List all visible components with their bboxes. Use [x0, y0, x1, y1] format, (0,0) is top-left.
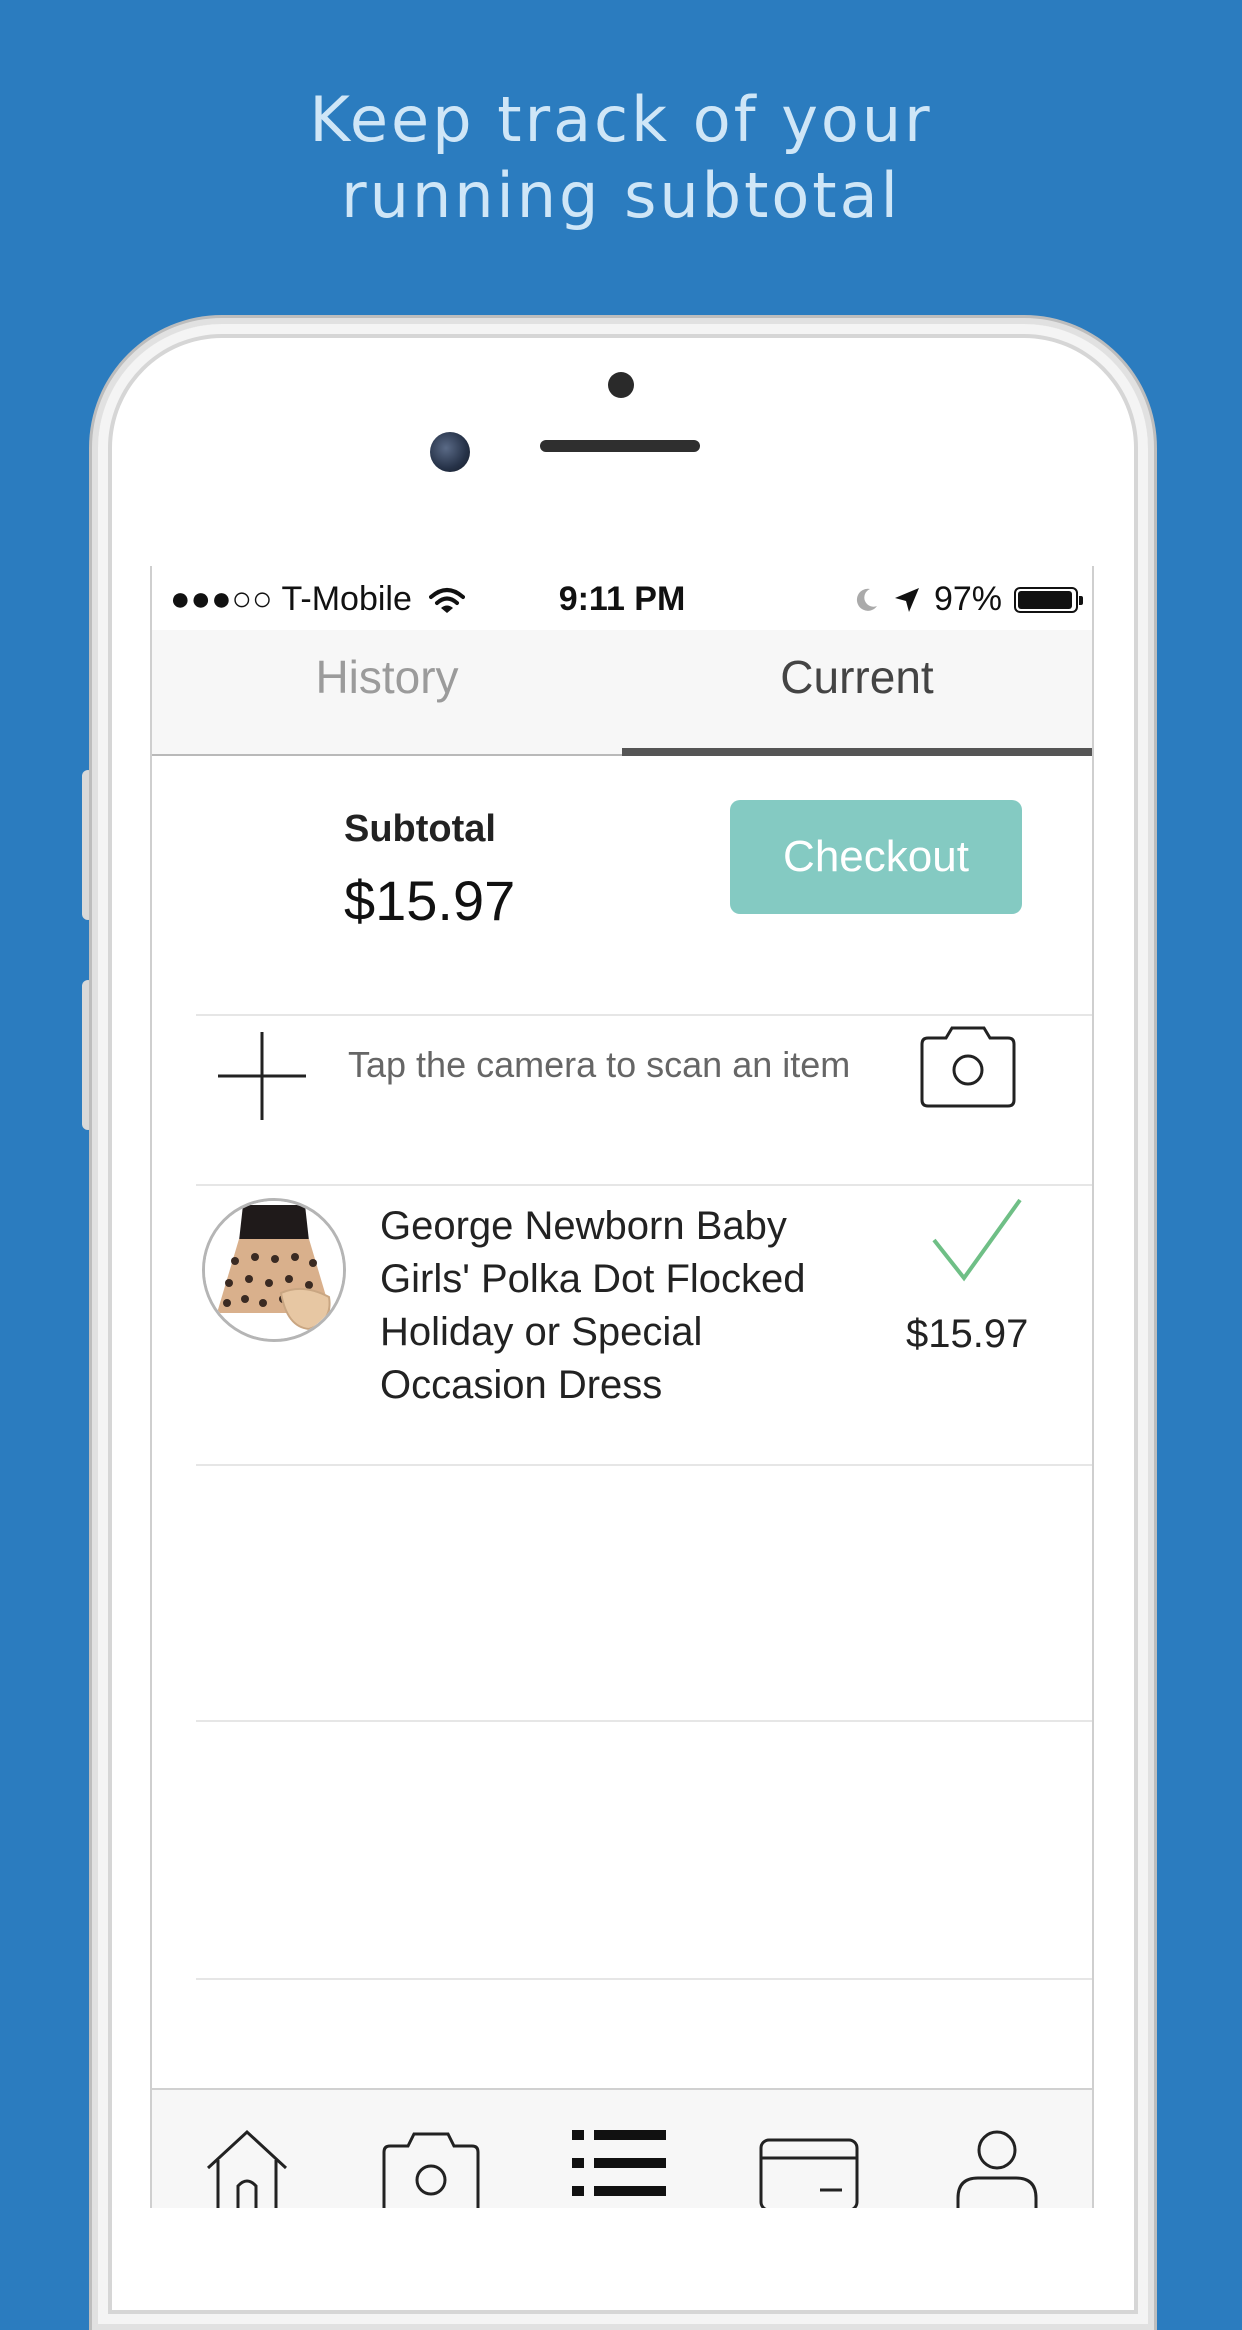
- checkmark-icon: [932, 1198, 1022, 1282]
- home-icon[interactable]: [202, 2128, 292, 2208]
- scan-row: Tap the camera to scan an item: [152, 984, 1092, 1152]
- status-right: 97%: [852, 580, 1083, 619]
- front-camera: [430, 432, 470, 472]
- dress-image: [205, 1201, 343, 1339]
- divider: [196, 1978, 1092, 1980]
- tab-current[interactable]: Current: [622, 630, 1092, 754]
- subtotal-label: Subtotal: [344, 808, 496, 850]
- tab-history[interactable]: History: [152, 630, 622, 754]
- subtotal-section: Subtotal $15.97 Checkout: [152, 756, 1092, 982]
- location-arrow-icon: [894, 587, 919, 612]
- status-bar: ●●●○○ T-Mobile 9:11 PM 97%: [152, 566, 1092, 630]
- plus-icon[interactable]: [214, 1028, 310, 1124]
- tab-current-label: Current: [780, 651, 934, 703]
- bottom-nav-bar: [152, 2088, 1092, 2208]
- checkout-button[interactable]: Checkout: [730, 800, 1022, 914]
- headline-line-1: Keep track of your: [309, 83, 933, 156]
- divider: [196, 1720, 1092, 1722]
- item-thumbnail: [202, 1198, 346, 1342]
- scan-hint: Tap the camera to scan an item: [348, 1044, 851, 1085]
- tab-history-label: History: [315, 651, 459, 703]
- headline: Keep track of your running subtotal: [0, 82, 1242, 234]
- battery-fill: [1018, 590, 1073, 609]
- active-tab-indicator: [622, 748, 1092, 756]
- camera-icon[interactable]: [380, 2128, 482, 2208]
- item-name: George Newborn Baby Girls' Polka Dot Flo…: [380, 1204, 806, 1407]
- headline-line-2: running subtotal: [341, 159, 901, 232]
- battery-icon: [1014, 586, 1083, 613]
- camera-icon[interactable]: [916, 1022, 1020, 1112]
- phone-screen: ●●●○○ T-Mobile 9:11 PM 97% History Curre…: [150, 566, 1094, 2208]
- list-item[interactable]: George Newborn Baby Girls' Polka Dot Flo…: [152, 1154, 1092, 1430]
- list-icon[interactable]: [570, 2128, 668, 2208]
- divider: [196, 1464, 1092, 1466]
- moon-icon: [856, 588, 877, 611]
- battery-percent: 97%: [933, 580, 1002, 618]
- earpiece-speaker: [540, 440, 700, 452]
- subtotal-value: $15.97: [344, 869, 516, 932]
- segment-tab-bar: History Current: [152, 630, 1092, 756]
- proximity-sensor: [608, 372, 634, 398]
- profile-icon[interactable]: [952, 2128, 1042, 2208]
- card-icon[interactable]: [758, 2128, 860, 2208]
- item-price: $15.97: [906, 1312, 1029, 1356]
